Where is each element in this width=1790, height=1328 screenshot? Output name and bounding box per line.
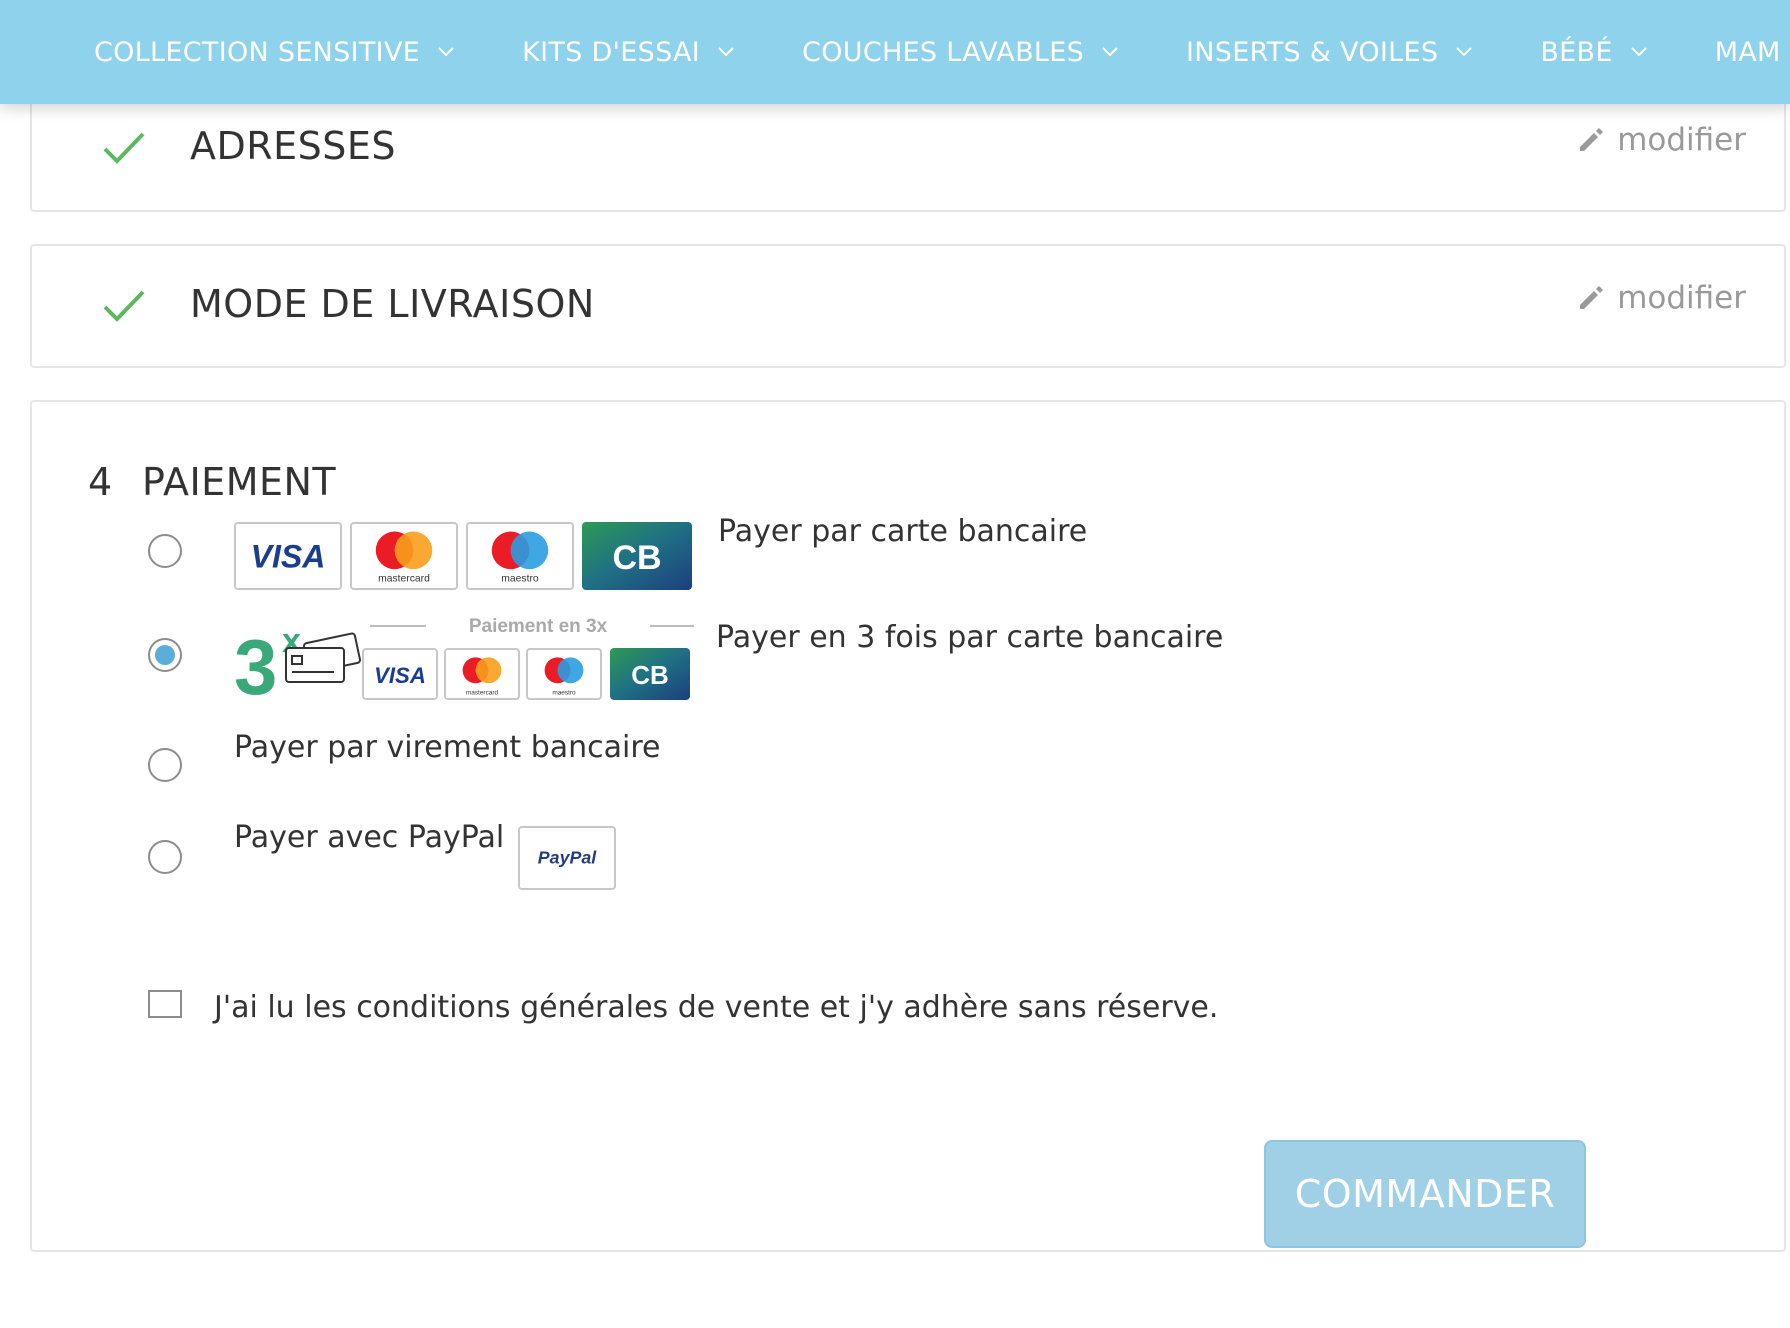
payment-option-label: Payer par virement bancaire: [234, 730, 661, 765]
nav-item-maman[interactable]: MAM: [1715, 37, 1781, 68]
pencil-icon: [1580, 128, 1604, 151]
nav-item-label: KITS D'ESSAI: [522, 36, 701, 68]
order-button[interactable]: COMMANDER: [1264, 1140, 1586, 1248]
visa-logo-small: VISA: [362, 648, 438, 700]
payment-radio-3x[interactable]: [148, 638, 182, 672]
payment-option-label: Payer en 3 fois par carte bancaire: [716, 620, 1224, 655]
step-delivery: MODE DE LIVRAISON modifier: [30, 244, 1786, 368]
maestro-logo-small: maestro: [526, 648, 602, 700]
pencil-icon: [1580, 286, 1604, 309]
chevron-down-icon: [718, 47, 734, 57]
nav-item-label: BÉBÉ: [1540, 36, 1613, 68]
payment-option-label: Payer avec PayPal: [234, 820, 505, 855]
mastercard-logo-text: mastercard: [378, 573, 430, 584]
check-icon: [103, 132, 145, 164]
cb-logo-small: CB: [610, 648, 690, 700]
nav-item-label: MAM: [1714, 36, 1781, 68]
check-icon: [103, 290, 145, 322]
nav-item-label: INSERTS & VOILES: [1186, 36, 1439, 68]
nav-item-couches-lavables[interactable]: COUCHES LAVABLES: [802, 37, 1118, 68]
terms-checkbox[interactable]: [148, 990, 182, 1018]
nav-item-bebe[interactable]: BÉBÉ: [1540, 36, 1647, 68]
step-title: PAIEMENT: [142, 460, 337, 504]
cb-logo-text: CB: [612, 539, 661, 577]
cb-logo: CB: [582, 522, 692, 590]
chevron-down-icon: [1102, 47, 1118, 57]
visa-logo-text: VISA: [251, 538, 326, 574]
chevron-down-icon: [438, 47, 454, 57]
three-x-number: 3: [234, 623, 277, 700]
maestro-logo-small-text: maestro: [552, 689, 576, 696]
modify-delivery-link[interactable]: modifier: [1577, 280, 1746, 316]
modify-label: modifier: [1617, 122, 1746, 158]
visa-logo: VISA: [234, 522, 342, 590]
nav-item-label: COLLECTION SENSITIVE: [94, 36, 421, 68]
maestro-logo-text: maestro: [501, 573, 539, 584]
paypal-logo: PayPal: [518, 826, 616, 890]
three-x-caption: Paiement en 3x: [469, 618, 608, 637]
nav-item-inserts-voiles[interactable]: INSERTS & VOILES: [1186, 36, 1473, 68]
payment-radio-paypal[interactable]: [148, 840, 182, 874]
nav-item-label: COUCHES LAVABLES: [802, 36, 1085, 68]
chevron-down-icon: [1456, 47, 1473, 57]
payment-radio-card[interactable]: [148, 534, 182, 568]
modify-addresses-link[interactable]: modifier: [1577, 122, 1746, 158]
main-navigation: COLLECTION SENSITIVE KITS D'ESSAI COUCHE…: [0, 0, 1790, 104]
mastercard-logo: mastercard: [350, 522, 458, 590]
payment-option-label: Payer par carte bancaire: [718, 514, 1088, 549]
terms-label: J'ai lu les conditions générales de vent…: [214, 990, 1219, 1025]
nav-item-kits-essai[interactable]: KITS D'ESSAI: [522, 37, 734, 68]
visa-logo-small-text: VISA: [374, 663, 426, 688]
step-title: MODE DE LIVRAISON: [190, 282, 595, 326]
maestro-logo: maestro: [466, 522, 574, 590]
nav-item-collection-sensitive[interactable]: COLLECTION SENSITIVE: [94, 37, 454, 68]
step-number: 4: [88, 460, 113, 504]
chevron-down-icon: [1630, 47, 1647, 57]
paypal-logo-text: PayPal: [538, 848, 597, 868]
modify-label: modifier: [1617, 280, 1746, 316]
cb-logo-small-text: CB: [631, 660, 669, 690]
step-title: ADRESSES: [190, 124, 397, 168]
step-payment: 4 PAIEMENT VISA mastercard maestro CB Pa…: [30, 400, 1786, 1252]
mastercard-logo-small-text: mastercard: [466, 689, 499, 696]
payment-radio-transfer[interactable]: [148, 748, 182, 782]
mastercard-logo-small: mastercard: [444, 648, 520, 700]
